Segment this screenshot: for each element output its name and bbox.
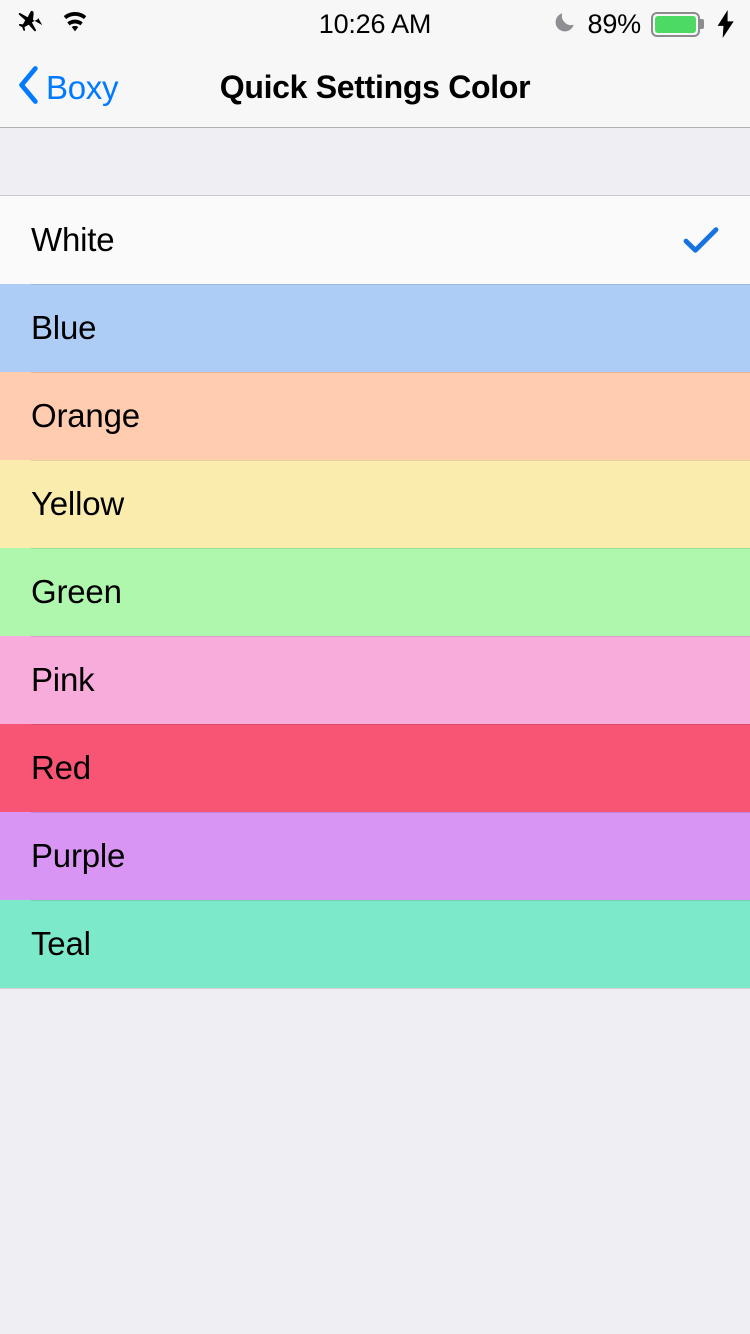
color-row-purple[interactable]: Purple (0, 812, 750, 900)
battery-fill (655, 15, 696, 33)
color-row-white[interactable]: White (0, 196, 750, 284)
color-row-label: Yellow (31, 485, 124, 522)
color-row-red[interactable]: Red (0, 724, 750, 812)
airplane-mode-icon (16, 7, 46, 42)
color-row-label: Teal (31, 925, 91, 962)
lightning-bolt-icon (716, 10, 736, 38)
moon-icon (552, 9, 578, 40)
table-section-header (0, 128, 750, 196)
color-options-list: White Blue Orange Yellow Green Pink Red Purple T… (0, 196, 750, 988)
status-bar-clock: 10:26 AM (318, 8, 432, 39)
color-row-label: Green (31, 573, 122, 610)
back-button[interactable]: Boxy (0, 63, 118, 112)
color-row-label: Purple (31, 837, 126, 874)
status-bar-right: 89% (552, 0, 736, 48)
color-row-green[interactable]: Green (0, 548, 750, 636)
chevron-left-icon (14, 63, 42, 112)
battery-icon (651, 11, 700, 37)
navigation-bar: Boxy Quick Settings Color (0, 48, 750, 128)
color-row-orange[interactable]: Orange (0, 372, 750, 460)
back-button-label: Boxy (46, 68, 119, 106)
checkmark-icon (682, 225, 732, 255)
wifi-icon (60, 7, 90, 42)
status-bar-left (16, 7, 90, 42)
color-row-blue[interactable]: Blue (0, 284, 750, 372)
battery-percentage: 89% (587, 8, 642, 39)
color-row-label: White (31, 221, 115, 258)
color-row-label: Blue (31, 309, 97, 346)
color-row-pink[interactable]: Pink (0, 636, 750, 724)
empty-background (0, 988, 750, 1334)
status-bar: 10:26 AM 89% (0, 0, 750, 48)
color-row-teal[interactable]: Teal (0, 900, 750, 988)
screen: 10:26 AM 89% Boxy Quick Settings Color W… (0, 0, 750, 1334)
color-row-label: Red (31, 749, 91, 786)
color-row-yellow[interactable]: Yellow (0, 460, 750, 548)
color-row-label: Pink (31, 661, 95, 698)
color-row-label: Orange (31, 397, 140, 434)
